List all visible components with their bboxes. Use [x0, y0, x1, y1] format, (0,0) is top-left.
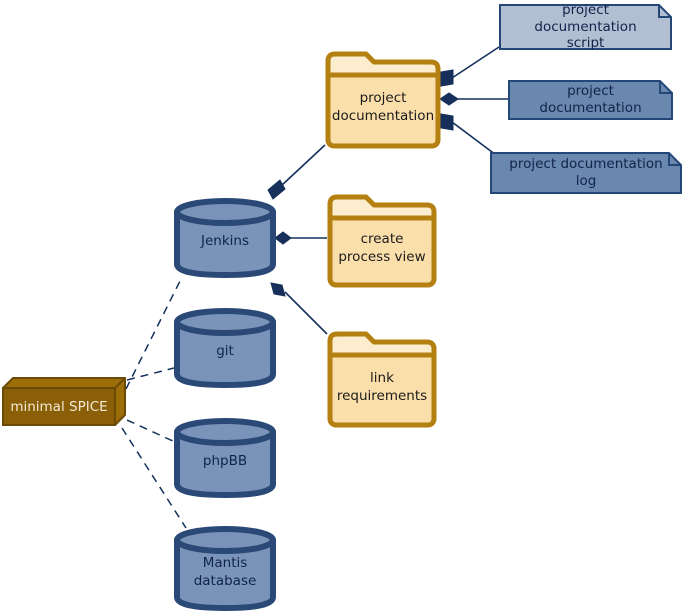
database-git[interactable]: git: [173, 308, 277, 388]
folder-create-process-view[interactable]: create process view: [326, 194, 438, 288]
database-mantis[interactable]: Mantis database: [173, 526, 277, 612]
folder-link-requirements[interactable]: link requirements: [326, 331, 438, 428]
artifact-project-documentation-script[interactable]: project documentation script: [499, 1, 672, 52]
edge-projdoc-to-log: [440, 113, 497, 156]
database-label: Jenkins: [200, 233, 249, 250]
diagram-canvas: project documentation script project doc…: [0, 0, 689, 616]
node-minimal-spice[interactable]: minimal SPICE: [2, 377, 126, 427]
folder-project-documentation[interactable]: project documentation: [324, 51, 442, 149]
artifact-project-documentation[interactable]: project documentation: [508, 80, 673, 120]
edge-jenkins-to-createprocessview: [274, 231, 327, 245]
database-phpbb[interactable]: phpBB: [173, 418, 277, 498]
edge-projdoc-to-script: [440, 46, 500, 87]
database-label: phpBB: [202, 453, 248, 470]
artifact-label: project documentation log: [509, 156, 663, 189]
edge-spice-to-git: [126, 367, 175, 381]
edge-spice-to-phpbb: [126, 419, 176, 443]
artifact-label: project documentation: [539, 83, 642, 116]
database-label: git: [216, 343, 234, 360]
edge-jenkins-to-projdoc: [267, 144, 326, 200]
database-label: Mantis database: [193, 555, 257, 589]
node-label: minimal SPICE: [10, 399, 108, 415]
database-jenkins[interactable]: Jenkins: [173, 198, 277, 278]
folder-label: create process view: [338, 231, 426, 265]
folder-label: link requirements: [336, 369, 428, 404]
artifact-label: project documentation script: [534, 1, 637, 52]
edge-jenkins-to-linkrequirements: [270, 282, 328, 335]
edge-projdoc-to-artifact: [439, 92, 508, 106]
artifact-project-documentation-log[interactable]: project documentation log: [490, 152, 682, 194]
folder-label: project documentation: [331, 90, 435, 124]
